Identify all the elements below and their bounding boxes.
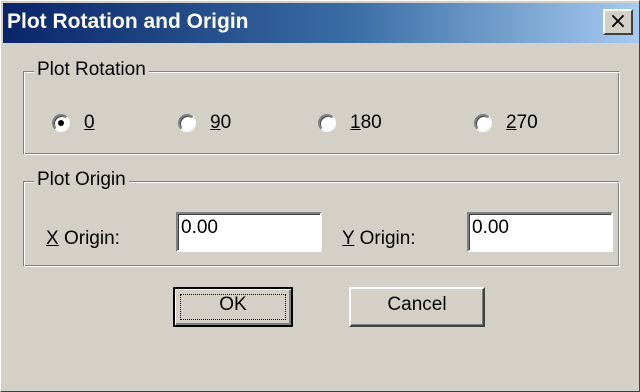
- x-origin-label: X Origin:: [46, 228, 120, 250]
- y-origin-rest: Origin:: [354, 228, 416, 249]
- rotation-radio-180[interactable]: 180: [318, 112, 382, 134]
- rotation-180-rest: 80: [360, 112, 382, 133]
- y-origin-label: Y Origin:: [342, 228, 416, 250]
- rotation-radio-270-circle[interactable]: [474, 114, 492, 132]
- rotation-radio-270[interactable]: 270: [474, 112, 538, 134]
- plot-rotation-origin-dialog: Plot Rotation and Origin × Plot Rotation…: [0, 0, 640, 392]
- x-origin-mnemonic: X: [46, 228, 59, 249]
- rotation-radio-270-label: 270: [506, 112, 538, 134]
- rotation-90-mnemonic: 9: [210, 112, 221, 133]
- x-origin-field[interactable]: 0.00: [176, 212, 322, 252]
- rotation-radio-0-circle[interactable]: [52, 114, 70, 132]
- title-bar[interactable]: Plot Rotation and Origin ×: [3, 3, 639, 43]
- rotation-radio-0-label: 0: [84, 112, 95, 134]
- plot-origin-group: Plot Origin X Origin: 0.00 Y Origin: 0.0…: [23, 169, 620, 267]
- dialog-title: Plot Rotation and Origin: [7, 10, 249, 33]
- rotation-radio-180-label: 180: [350, 112, 382, 134]
- y-origin-field[interactable]: 0.00: [467, 212, 613, 252]
- rotation-180-mnemonic: 1: [350, 112, 361, 133]
- rotation-radio-180-circle[interactable]: [318, 114, 336, 132]
- rotation-270-mnemonic: 2: [506, 112, 517, 133]
- plot-origin-legend: Plot Origin: [34, 169, 129, 191]
- rotation-radio-90-label: 90: [210, 112, 231, 134]
- x-origin-rest: Origin:: [58, 228, 120, 249]
- rotation-radio-90[interactable]: 90: [178, 112, 231, 134]
- cancel-button[interactable]: Cancel: [349, 287, 485, 327]
- ok-button-label: OK: [219, 294, 247, 315]
- plot-rotation-legend: Plot Rotation: [34, 59, 149, 81]
- close-icon: ×: [608, 9, 628, 34]
- rotation-270-rest: 70: [516, 112, 538, 133]
- y-origin-mnemonic: Y: [342, 228, 355, 249]
- ok-button[interactable]: OK: [173, 287, 293, 327]
- close-button[interactable]: ×: [603, 9, 633, 35]
- rotation-0-mnemonic: 0: [84, 112, 95, 133]
- cancel-button-label: Cancel: [387, 294, 447, 315]
- radio-selected-dot-icon: [58, 120, 64, 126]
- rotation-radio-90-circle[interactable]: [178, 114, 196, 132]
- rotation-90-rest: 0: [220, 112, 232, 133]
- rotation-radio-0[interactable]: 0: [52, 112, 95, 134]
- plot-rotation-group: Plot Rotation 0 90 180 270: [23, 59, 620, 155]
